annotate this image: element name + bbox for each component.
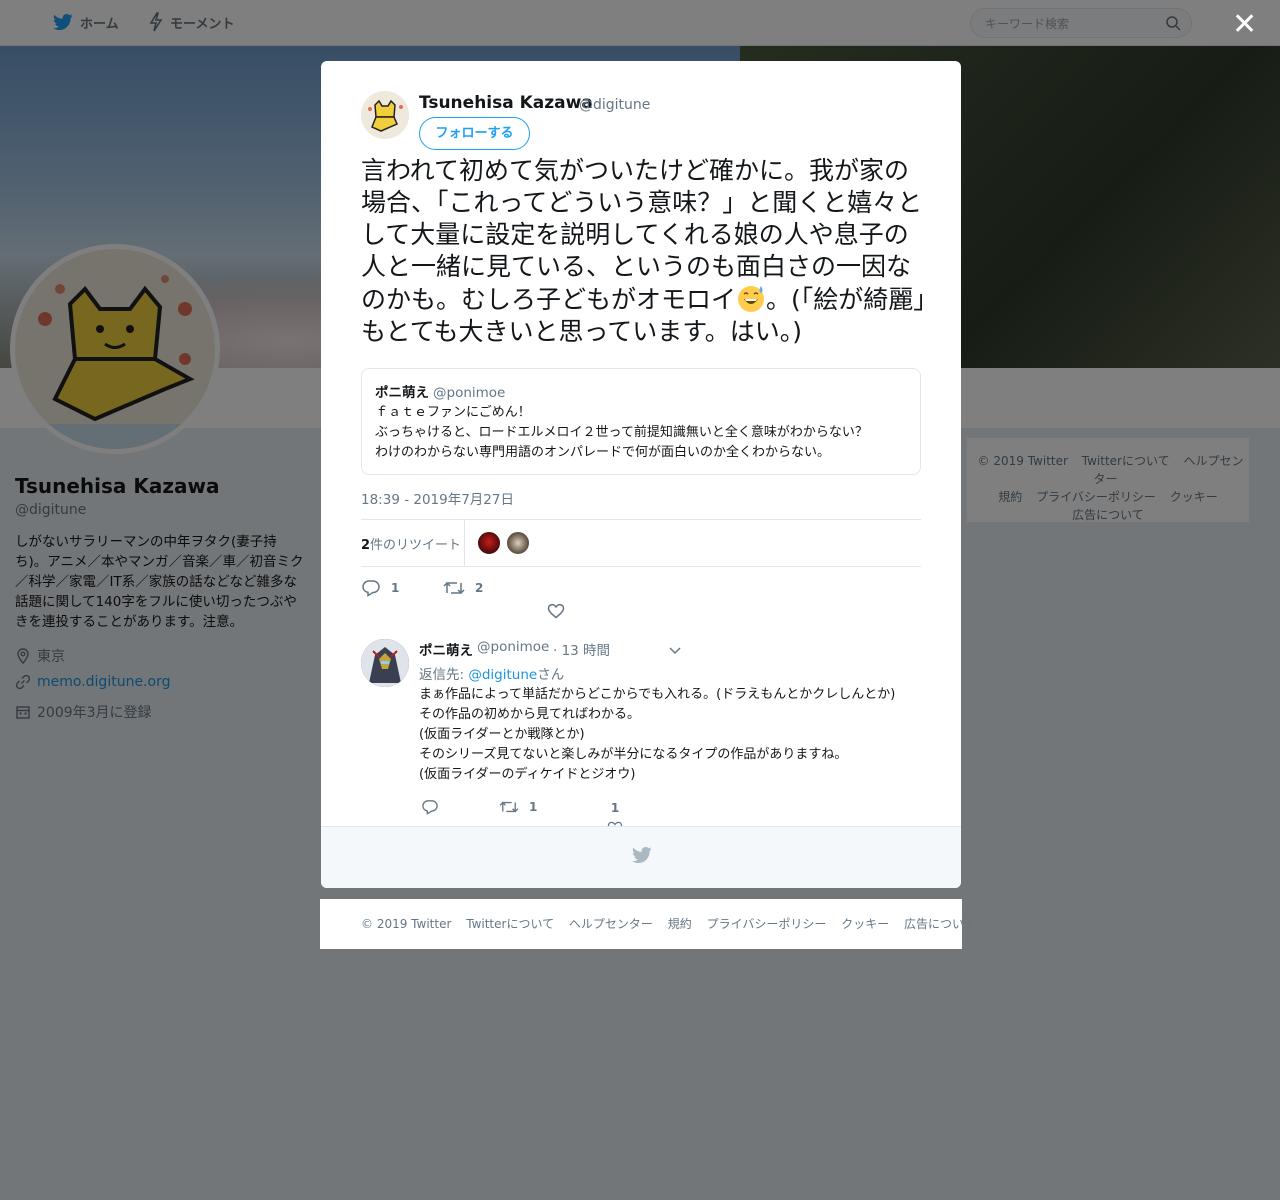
chevron-down-icon[interactable] (668, 643, 682, 657)
tweet-text: 言われて初めて気がついたけど確かに。我が家の場合、「これってどういう意味？」と聞… (361, 155, 926, 348)
reply-reply-button[interactable] (421, 799, 439, 815)
retweeter-avatar[interactable] (506, 531, 530, 555)
modal-footer (321, 826, 961, 888)
quoted-tweet-line: ｆａｔｅファンにごめん！ (375, 405, 531, 420)
retweet-count-number: 2 (361, 538, 371, 553)
footer-link-about[interactable]: Twitterについて (466, 917, 554, 931)
reply-to-suffix: さん (537, 667, 565, 683)
retweet-count-label: 件のリツイート (370, 538, 462, 553)
close-icon[interactable]: ✕ (1232, 10, 1257, 40)
reply-author-avatar[interactable] (361, 639, 409, 687)
reply-time[interactable]: · 13 時間 (553, 639, 610, 659)
reply-text-line: (仮面ライダーのディケイドとジオウ) (419, 767, 636, 782)
reply-count: 1 (391, 581, 400, 595)
reply-to-line: 返信先: @digituneさん (419, 663, 564, 683)
tweet-modal: Tsunehisa Kazawa @digitune フォローする 言われて初め… (321, 61, 961, 888)
reply-text: まぁ作品によって単話だからどこからでも入れる。(ドラえもんとかクレしんとか) そ… (419, 685, 919, 785)
quoted-tweet-author-handle: @ponimoe (433, 385, 506, 401)
tweet-stats: 2件のリツイート (361, 519, 921, 567)
tweet-actions: 1 2 (361, 579, 921, 639)
modal-bottom-footer: © 2019 Twitter Twitterについて ヘルプセンター 規約 プラ… (320, 899, 976, 949)
reply-icon (422, 800, 438, 815)
like-button[interactable] (547, 603, 565, 619)
quoted-tweet-line: ぶっちゃけると、ロードエルメロイ２世って前提知識無いと全く意味がわからない？ (375, 425, 868, 440)
retweet-icon (499, 801, 519, 813)
retweet-button[interactable]: 2 (443, 579, 483, 597)
reply-text-line: まぁ作品によって単話だからどこからでも入れる。(ドラえもんとかクレしんとか) (419, 687, 896, 702)
reply-avatar-illustration (361, 639, 409, 687)
reply-button[interactable]: 1 (361, 579, 399, 597)
retweet-count-link[interactable]: 2件のリツイート (361, 534, 461, 553)
quoted-tweet[interactable]: ポニ萌え @ponimoe ｆａｔｅファンにごめん！ ぶっちゃけると、ロードエルメ… (361, 368, 921, 475)
avatar-illustration-small (361, 91, 409, 139)
footer-link-terms[interactable]: 規約 (668, 917, 692, 931)
twitter-bird-icon (632, 847, 652, 863)
tweet-timestamp[interactable]: 18:39 - 2019年7月27日 (361, 488, 514, 508)
reply-tweet[interactable]: ポニ萌え @ponimoe · 13 時間 返信先: @digituneさん ま… (361, 639, 921, 835)
footer-link-help[interactable]: ヘルプセンター (569, 917, 653, 931)
footer-link-cookies[interactable]: クッキー (841, 917, 889, 931)
grinning-sweat-emoji-icon (738, 286, 765, 312)
reply-retweet-count: 1 (529, 800, 538, 814)
tweet-author-handle[interactable]: @digitune (579, 97, 650, 113)
reply-to-prefix: 返信先: (419, 667, 469, 683)
footer-link-ads[interactable]: 広告について (904, 917, 976, 931)
reply-author-handle[interactable]: @ponimoe (477, 639, 549, 655)
reply-like-count: 1 (610, 801, 620, 815)
reply-to-handle-link[interactable]: @digitune (468, 667, 537, 683)
reply-retweet-button[interactable]: 1 (499, 799, 537, 815)
stats-divider (464, 520, 465, 566)
retweet-count: 2 (475, 581, 484, 595)
reply-author-name[interactable]: ポニ萌え (419, 639, 473, 659)
tweet-author-name[interactable]: Tsunehisa Kazawa (419, 93, 593, 113)
reply-text-line: その作品の初めから見てればわかる。 (419, 707, 641, 722)
heart-icon (547, 603, 565, 619)
reply-text-line: そのシリーズ見てないと楽しみが半分になるタイプの作品がありますね。 (419, 747, 848, 762)
footer-link-privacy[interactable]: プライバシーポリシー (707, 917, 827, 931)
tweet-author-avatar[interactable] (361, 91, 409, 139)
follow-button[interactable]: フォローする (419, 117, 530, 150)
reply-text-line: (仮面ライダーとか戦隊とか) (419, 727, 585, 742)
retweeter-avatar[interactable] (477, 531, 501, 555)
quoted-tweet-line: わけのわからない専門用語のオンパレードで何が面白いのか全くわからない。 (375, 445, 831, 460)
reply-icon (362, 580, 380, 597)
quoted-tweet-author-name: ポニ萌え (375, 385, 429, 401)
quoted-tweet-text: ｆａｔｅファンにごめん！ ぶっちゃけると、ロードエルメロイ２世って前提知識無いと… (375, 403, 907, 463)
retweet-icon (443, 581, 465, 595)
footer-copyright: © 2019 Twitter (361, 917, 452, 931)
